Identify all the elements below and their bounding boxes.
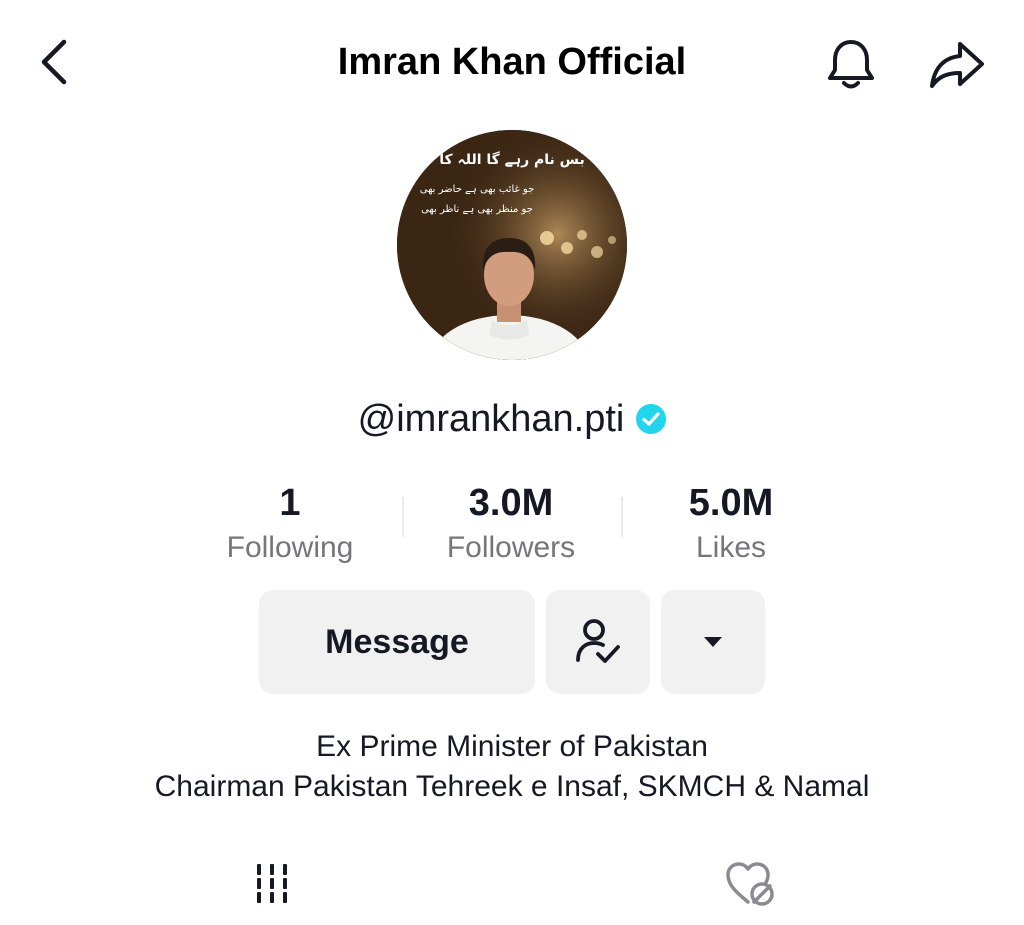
grid-videos-icon (257, 864, 287, 903)
message-button[interactable]: Message (259, 590, 535, 694)
notification-bell-button[interactable] (822, 36, 880, 94)
avatar-image: بس نام رہے گا اللہ کا جو غائب بھی ہے حاض… (397, 130, 627, 360)
stat-followers[interactable]: 3.0M Followers (411, 478, 611, 568)
stat-following-value: 1 (279, 482, 301, 524)
avatar-caption-2: جو غائب بھی ہے حاضر بھی (420, 184, 535, 195)
avatar-caption-1: بس نام رہے گا اللہ کا (439, 151, 584, 168)
stat-divider (402, 497, 404, 537)
username: @imrankhan.pti (357, 397, 625, 440)
stat-followers-value: 3.0M (468, 482, 554, 524)
tab-liked[interactable] (722, 858, 778, 910)
stat-likes-label: Likes (695, 531, 767, 564)
stat-likes[interactable]: 5.0M Likes (631, 478, 831, 568)
profile-avatar[interactable]: بس نام رہے گا اللہ کا جو غائب بھی ہے حاض… (397, 130, 627, 360)
user-check-icon (576, 619, 620, 663)
bell-icon (828, 40, 874, 89)
avatar-caption-3: جو منظر بھی ہے ناظر بھی (421, 204, 533, 215)
username-row: @imrankhan.pti (212, 392, 812, 446)
share-button[interactable] (926, 36, 988, 94)
verified-badge-icon (636, 404, 667, 434)
following-button[interactable] (546, 590, 650, 694)
liked-hidden-icon (726, 862, 774, 906)
chevron-left-icon (41, 39, 67, 85)
page-title: Imran Khan Official (337, 41, 687, 83)
bio-line-2: Chairman Pakistan Tehreek e Insaf, SKMCH… (154, 770, 870, 803)
back-button[interactable] (30, 36, 82, 88)
share-arrow-icon (930, 42, 984, 88)
caret-down-icon (704, 637, 722, 647)
stat-likes-value: 5.0M (688, 482, 774, 524)
stat-following-label: Following (226, 531, 354, 564)
tab-videos[interactable] (252, 860, 298, 906)
stat-followers-label: Followers (446, 531, 576, 564)
stat-divider (621, 497, 623, 537)
stat-following[interactable]: 1 Following (190, 478, 390, 568)
bio-line-1: Ex Prime Minister of Pakistan (316, 730, 708, 763)
more-options-button[interactable] (661, 590, 765, 694)
